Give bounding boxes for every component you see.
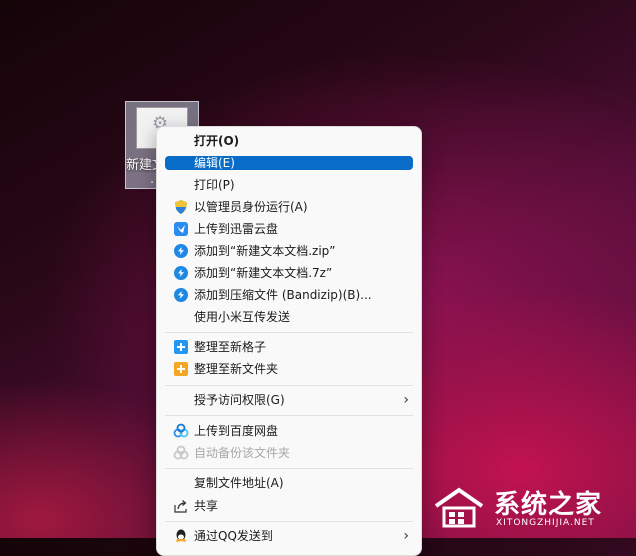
menu-item-open[interactable]: 打开(O) bbox=[165, 131, 413, 151]
menu-item-label: 使用小米互传发送 bbox=[194, 310, 291, 324]
menu-item-add-zip[interactable]: 添加到“新建文本文档.zip” bbox=[165, 241, 413, 261]
menu-item-label: 整理至新格子 bbox=[194, 340, 267, 354]
menu-item-new-folder[interactable]: 整理至新文件夹 bbox=[165, 359, 413, 379]
menu-item-upload-xunlei[interactable]: 上传到迅雷云盘 bbox=[165, 219, 413, 239]
menu-item-label: 授予访问权限(G) bbox=[194, 393, 285, 407]
bandizip-icon bbox=[173, 265, 189, 281]
menu-item-label: 编辑(E) bbox=[194, 156, 235, 170]
menu-item-xiaomi-share[interactable]: 使用小米互传发送 bbox=[165, 307, 413, 327]
menu-item-add-7z[interactable]: 添加到“新建文本文档.7z” bbox=[165, 263, 413, 283]
menu-item-add-archive[interactable]: 添加到压缩文件 (Bandizip)(B)... bbox=[165, 285, 413, 305]
menu-item-label: 复制文件地址(A) bbox=[194, 476, 284, 490]
menu-item-label: 打印(P) bbox=[194, 178, 235, 192]
baidu-cloud-icon bbox=[173, 445, 189, 461]
menu-item-upload-baidu[interactable]: 上传到百度网盘 bbox=[165, 421, 413, 441]
menu-item-label: 整理至新文件夹 bbox=[194, 362, 279, 376]
chevron-right-icon: › bbox=[403, 528, 409, 544]
menu-item-new-grid[interactable]: 整理至新格子 bbox=[165, 337, 413, 357]
menu-item-copy-path[interactable]: 复制文件地址(A) bbox=[165, 473, 413, 493]
menu-item-label: 添加到“新建文本文档.7z” bbox=[194, 266, 333, 280]
menu-item-label: 以管理员身份运行(A) bbox=[194, 200, 308, 214]
menu-separator bbox=[165, 415, 413, 416]
menu-separator bbox=[165, 385, 413, 386]
watermark-url: XITONGZHIJIA.NET bbox=[496, 518, 595, 528]
baidu-cloud-icon bbox=[173, 423, 189, 439]
share-icon bbox=[173, 498, 189, 514]
watermark-text: 系统之家 bbox=[494, 490, 603, 520]
plus-box-blue-icon bbox=[173, 339, 189, 355]
bandizip-icon bbox=[173, 287, 189, 303]
menu-item-label: 上传到百度网盘 bbox=[194, 424, 279, 438]
menu-item-label: 上传到迅雷云盘 bbox=[194, 222, 279, 236]
bandizip-icon bbox=[173, 243, 189, 259]
watermark-logo bbox=[434, 487, 484, 528]
menu-separator bbox=[165, 521, 413, 522]
menu-item-label: 自动备份该文件夹 bbox=[194, 446, 291, 460]
menu-item-edit[interactable]: 编辑(E) bbox=[165, 156, 413, 170]
qq-icon bbox=[173, 528, 189, 544]
desktop-file-label-line2: . bbox=[150, 172, 155, 187]
menu-item-run-as-admin[interactable]: 以管理员身份运行(A) bbox=[165, 197, 413, 217]
menu-item-auto-backup: 自动备份该文件夹 bbox=[165, 443, 413, 463]
menu-item-qq-send[interactable]: 通过QQ发送到 › bbox=[165, 526, 413, 546]
menu-item-label: 通过QQ发送到 bbox=[194, 529, 273, 543]
shield-icon bbox=[173, 199, 189, 215]
watermark: 系统之家 XITONGZHIJIA.NET bbox=[430, 482, 636, 538]
plus-box-orange-icon bbox=[173, 361, 189, 377]
menu-item-print[interactable]: 打印(P) bbox=[165, 175, 413, 195]
menu-item-label: 添加到“新建文本文档.zip” bbox=[194, 244, 336, 258]
menu-item-label: 添加到压缩文件 (Bandizip)(B)... bbox=[194, 288, 372, 302]
menu-separator bbox=[165, 332, 413, 333]
menu-item-label: 打开(O) bbox=[194, 134, 240, 148]
menu-item-label: 共享 bbox=[194, 499, 219, 513]
thunder-cloud-icon bbox=[173, 221, 189, 237]
chevron-right-icon: › bbox=[403, 392, 409, 408]
menu-separator bbox=[165, 468, 413, 469]
menu-item-share[interactable]: 共享 bbox=[165, 496, 413, 516]
menu-item-grant-access[interactable]: 授予访问权限(G) › bbox=[165, 390, 413, 410]
context-menu: 打开(O) 编辑(E) 打印(P) 以管理员身份运行(A) 上传到迅雷云盘 添加… bbox=[156, 126, 422, 556]
